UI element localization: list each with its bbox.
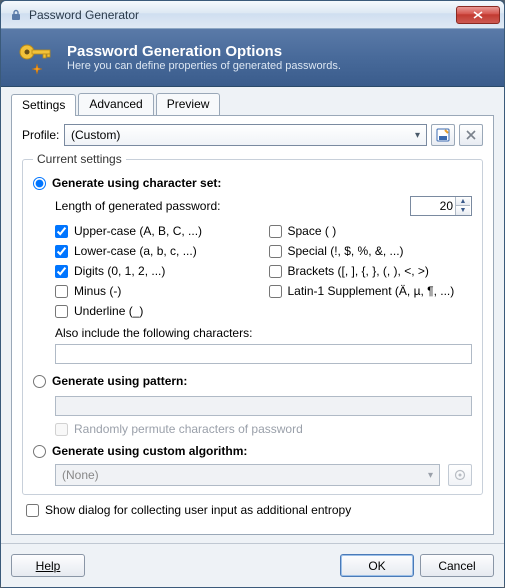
length-spin-buttons: ▲ ▼ bbox=[455, 197, 470, 215]
current-settings-fieldset: Current settings Generate using characte… bbox=[22, 152, 483, 495]
check-underline[interactable]: Underline (_) bbox=[55, 304, 259, 318]
check-lower-box[interactable] bbox=[55, 245, 68, 258]
delete-profile-button[interactable] bbox=[459, 124, 483, 146]
check-upper[interactable]: Upper-case (A, B, C, ...) bbox=[55, 224, 259, 238]
check-digits-box[interactable] bbox=[55, 265, 68, 278]
lock-icon bbox=[9, 8, 23, 22]
key-icon bbox=[15, 38, 55, 78]
content-area: Settings Advanced Preview Profile: (Cust… bbox=[1, 87, 504, 543]
mode-pattern-label[interactable]: Generate using pattern: bbox=[52, 374, 187, 388]
window-title: Password Generator bbox=[29, 8, 456, 22]
entropy-checkbox[interactable] bbox=[26, 504, 39, 517]
algorithm-value: (None) bbox=[62, 468, 99, 482]
banner-text: Password Generation Options Here you can… bbox=[67, 43, 341, 72]
check-underline-box[interactable] bbox=[55, 305, 68, 318]
check-space-box[interactable] bbox=[269, 225, 282, 238]
profile-value: (Custom) bbox=[71, 128, 120, 142]
check-space[interactable]: Space ( ) bbox=[269, 224, 473, 238]
permute-check: Randomly permute characters of password bbox=[55, 422, 472, 436]
permute-checkbox bbox=[55, 423, 68, 436]
algorithm-options: (None) bbox=[55, 464, 472, 486]
check-minus-box[interactable] bbox=[55, 285, 68, 298]
mode-charset-radio[interactable] bbox=[33, 177, 46, 190]
length-label: Length of generated password: bbox=[55, 199, 410, 213]
banner-title: Password Generation Options bbox=[67, 43, 341, 60]
pattern-options: Randomly permute characters of password bbox=[55, 394, 472, 436]
cancel-button[interactable]: Cancel bbox=[420, 554, 494, 577]
mode-algorithm-label[interactable]: Generate using custom algorithm: bbox=[52, 444, 247, 458]
also-include-input[interactable] bbox=[55, 344, 472, 364]
check-minus[interactable]: Minus (-) bbox=[55, 284, 259, 298]
mode-charset-row: Generate using character set: bbox=[33, 176, 472, 190]
length-row: Length of generated password: ▲ ▼ bbox=[55, 196, 472, 216]
length-spinner[interactable]: ▲ ▼ bbox=[410, 196, 472, 216]
tab-body: Profile: (Custom) Current settings Gener… bbox=[11, 115, 494, 535]
mode-charset-label[interactable]: Generate using character set: bbox=[52, 176, 221, 190]
check-upper-box[interactable] bbox=[55, 225, 68, 238]
also-include-label: Also include the following characters: bbox=[55, 326, 472, 340]
dialog-window: Password Generator Password Generation O… bbox=[0, 0, 505, 588]
fieldset-legend: Current settings bbox=[33, 152, 126, 166]
profile-row: Profile: (Custom) bbox=[22, 124, 483, 146]
check-latin1[interactable]: Latin-1 Supplement (Ä, µ, ¶, ...) bbox=[269, 284, 473, 298]
profile-label: Profile: bbox=[22, 128, 64, 142]
save-profile-button[interactable] bbox=[431, 124, 455, 146]
mode-pattern-radio[interactable] bbox=[33, 375, 46, 388]
check-brackets[interactable]: Brackets ([, ], {, }, (, ), <, >) bbox=[269, 264, 473, 278]
banner-subtitle: Here you can define properties of genera… bbox=[67, 60, 341, 72]
algorithm-select: (None) bbox=[55, 464, 440, 486]
length-input[interactable] bbox=[411, 198, 455, 214]
charset-options: Length of generated password: ▲ ▼ Upper-… bbox=[55, 196, 472, 364]
titlebar: Password Generator bbox=[1, 1, 504, 29]
mode-pattern-row: Generate using pattern: bbox=[33, 374, 472, 388]
check-latin1-box[interactable] bbox=[269, 285, 282, 298]
tab-settings[interactable]: Settings bbox=[11, 94, 76, 116]
footer: Help OK Cancel bbox=[1, 543, 504, 587]
length-spin-up[interactable]: ▲ bbox=[456, 197, 470, 206]
entropy-check[interactable]: Show dialog for collecting user input as… bbox=[26, 503, 483, 517]
tabstrip: Settings Advanced Preview bbox=[11, 93, 494, 115]
charset-grid: Upper-case (A, B, C, ...) Space ( ) Lowe… bbox=[55, 224, 472, 318]
algorithm-settings-button bbox=[448, 464, 472, 486]
help-button[interactable]: Help bbox=[11, 554, 85, 577]
check-special-box[interactable] bbox=[269, 245, 282, 258]
ok-button[interactable]: OK bbox=[340, 554, 414, 577]
tab-preview[interactable]: Preview bbox=[156, 93, 221, 115]
check-brackets-box[interactable] bbox=[269, 265, 282, 278]
mode-algorithm-row: Generate using custom algorithm: bbox=[33, 444, 472, 458]
check-lower[interactable]: Lower-case (a, b, c, ...) bbox=[55, 244, 259, 258]
banner: Password Generation Options Here you can… bbox=[1, 29, 504, 87]
profile-select[interactable]: (Custom) bbox=[64, 124, 427, 146]
close-button[interactable] bbox=[456, 6, 500, 24]
tab-advanced[interactable]: Advanced bbox=[78, 93, 153, 115]
mode-algorithm-radio[interactable] bbox=[33, 445, 46, 458]
length-spin-down[interactable]: ▼ bbox=[456, 206, 470, 215]
pattern-input bbox=[55, 396, 472, 416]
check-digits[interactable]: Digits (0, 1, 2, ...) bbox=[55, 264, 259, 278]
check-special[interactable]: Special (!, $, %, &, ...) bbox=[269, 244, 473, 258]
